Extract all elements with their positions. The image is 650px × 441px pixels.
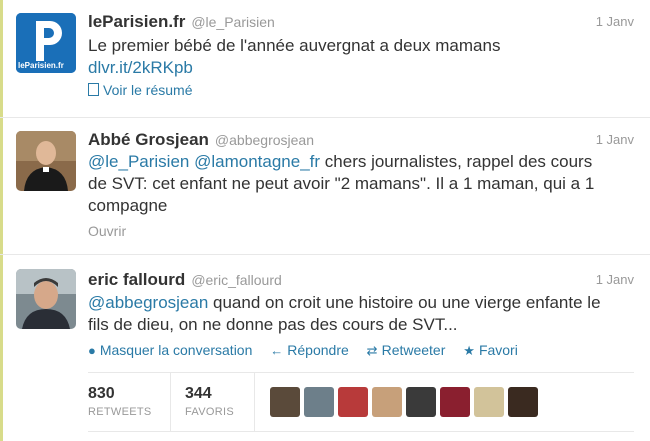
stats-divider	[170, 373, 171, 431]
tweet-leparisien[interactable]: leParisien.fr leParisien.fr @le_Parisien …	[0, 0, 650, 118]
expand-open-link[interactable]: Ouvrir	[88, 223, 126, 239]
mention-abbegrosjean[interactable]: @abbegrosjean	[88, 293, 208, 312]
expand-label: Voir le résumé	[103, 82, 193, 98]
retweet-icon: ⇄	[366, 343, 378, 358]
author-name[interactable]: Abbé Grosjean	[88, 130, 209, 149]
favoriters-avatars	[270, 387, 542, 417]
tweet-text-line3: compagne	[88, 196, 168, 215]
favoriter-avatar[interactable]	[338, 387, 368, 417]
retweets-label: RETWEETS	[88, 406, 152, 418]
mention-lamontagne[interactable]: @lamontagne_fr	[194, 152, 320, 171]
tweet-text-content: Le premier bébé de l'année auvergnat a d…	[88, 36, 501, 55]
tweet-header: Abbé Grosjean @abbegrosjean 1 Janv	[88, 130, 634, 150]
expand-summary-link[interactable]: Voir le résumé	[88, 82, 192, 98]
person-photo-icon	[16, 131, 76, 191]
hide-conversation-button[interactable]: ● Masquer la conversation	[88, 342, 252, 358]
favorite-button[interactable]: ★ Favori	[463, 342, 518, 358]
favoriter-avatar[interactable]	[270, 387, 300, 417]
stats-divider	[254, 373, 255, 431]
avatar-sublabel: leParisien.fr	[18, 61, 64, 70]
tweet-abbegrosjean[interactable]: Abbé Grosjean @abbegrosjean 1 Janv @le_Pa…	[0, 118, 650, 255]
favoriter-avatar[interactable]	[372, 387, 402, 417]
favoriter-avatar[interactable]	[474, 387, 504, 417]
tweet-text: Le premier bébé de l'année auvergnat a d…	[88, 35, 636, 79]
avatar-eric-fallourd[interactable]	[16, 269, 76, 329]
author-name[interactable]: leParisien.fr	[88, 12, 185, 31]
author-handle[interactable]: @le_Parisien	[191, 14, 274, 30]
tweet-text-line1: quand on croit une histoire ou une vierg…	[208, 293, 601, 312]
reply-button[interactable]: ← Répondre	[270, 342, 349, 358]
author-handle[interactable]: @eric_fallourd	[191, 272, 281, 288]
tweet-time[interactable]: 1 Janv	[596, 14, 634, 29]
favorites-label: FAVORIS	[185, 406, 234, 418]
tweet-eric-fallourd[interactable]: eric fallourd @eric_fallourd 1 Janv @abbe…	[0, 255, 650, 441]
tweet-text-line1: chers journalistes, rappel des cours	[320, 152, 593, 171]
reply-label: Répondre	[287, 342, 349, 358]
tweet-header: leParisien.fr @le_Parisien 1 Janv	[88, 12, 634, 32]
favoriter-avatar[interactable]	[406, 387, 436, 417]
tweet-header: eric fallourd @eric_fallourd 1 Janv	[88, 270, 634, 290]
favorites-stat[interactable]: 344 FAVORIS	[185, 385, 234, 418]
tweet-text-line2: de SVT: cet enfant ne peut avoir "2 mama…	[88, 174, 595, 193]
reply-arrow-icon: ←	[270, 343, 284, 358]
hide-conversation-label: Masquer la conversation	[99, 342, 253, 358]
tweet-text: @le_Parisien @lamontagne_fr chers journa…	[88, 151, 636, 217]
favoriter-avatar[interactable]	[440, 387, 470, 417]
favoriter-avatar[interactable]	[508, 387, 538, 417]
avatar-leparisien[interactable]: leParisien.fr	[16, 13, 76, 73]
speech-bubble-icon: ●	[88, 343, 96, 358]
tweet-stats: 830 RETWEETS 344 FAVORIS	[88, 372, 634, 432]
favorite-label: Favori	[478, 342, 518, 358]
document-icon	[88, 83, 99, 96]
favoriter-avatar[interactable]	[304, 387, 334, 417]
favorites-count: 344	[185, 385, 212, 402]
avatar-abbegrosjean[interactable]	[16, 131, 76, 191]
tweet-text: @abbegrosjean quand on croit une histoir…	[88, 292, 636, 336]
tweet-time[interactable]: 1 Janv	[596, 272, 634, 287]
tweet-text-line2: fils de dieu, on ne donne pas des cours …	[88, 315, 458, 334]
retweet-label: Retweeter	[381, 342, 446, 358]
tweet-link[interactable]: dlvr.it/2kRKpb	[88, 58, 193, 77]
retweets-stat[interactable]: 830 RETWEETS	[88, 385, 152, 418]
retweets-count: 830	[88, 385, 115, 402]
author-name[interactable]: eric fallourd	[88, 270, 185, 289]
star-icon: ★	[463, 343, 475, 358]
tweet-actions: ● Masquer la conversation ← Répondre ⇄ Retw…	[88, 342, 532, 359]
person-photo-icon	[16, 269, 76, 329]
tweet-time[interactable]: 1 Janv	[596, 132, 634, 147]
mention-le-parisien[interactable]: @le_Parisien	[88, 152, 189, 171]
retweet-button[interactable]: ⇄ Retweeter	[367, 342, 446, 358]
author-handle[interactable]: @abbegrosjean	[215, 132, 314, 148]
